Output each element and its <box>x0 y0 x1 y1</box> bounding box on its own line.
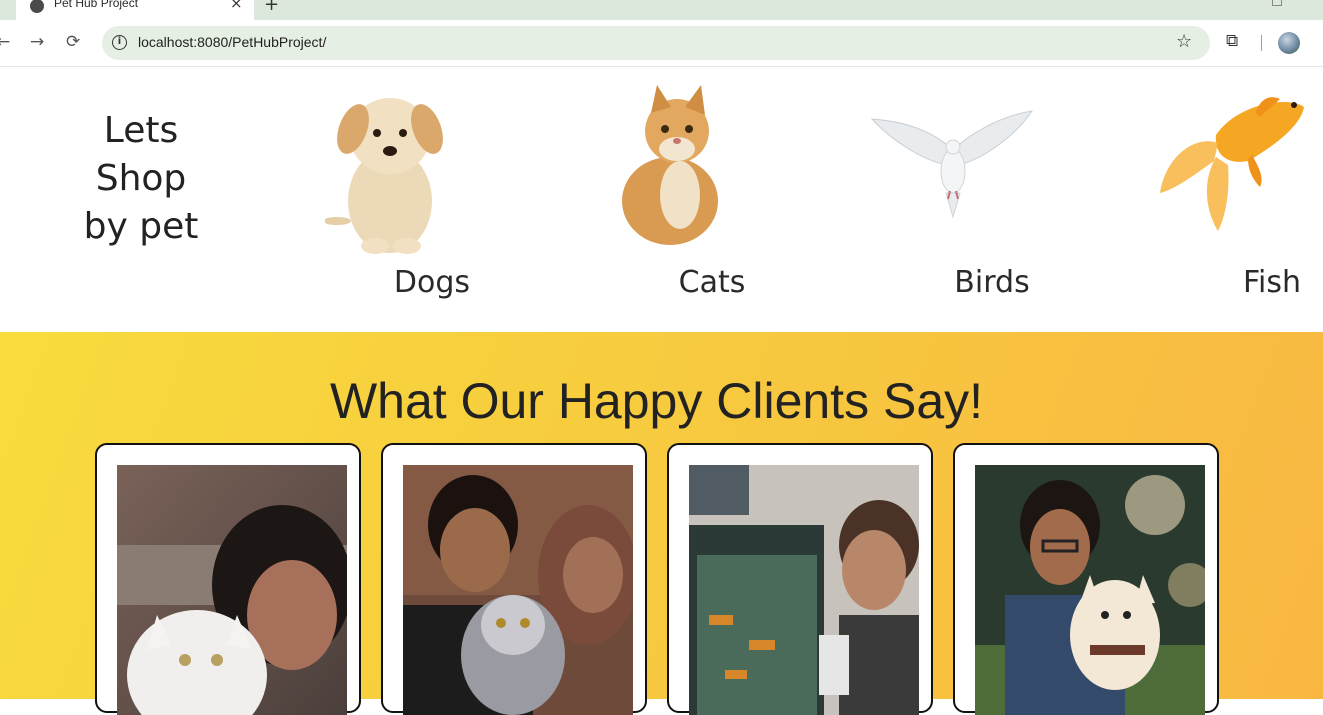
pet-category-birds[interactable]: Birds <box>860 67 1140 332</box>
testimonial-card <box>95 443 361 715</box>
testimonial-card <box>953 443 1219 715</box>
shop-title-line: Lets <box>103 110 179 151</box>
browser-tab[interactable]: Pet Hub Project × <box>16 0 254 20</box>
fish-image <box>1160 97 1304 231</box>
client-photo <box>117 465 347 715</box>
pet-label-birds[interactable]: Birds <box>892 265 1092 300</box>
dog-image <box>325 98 443 254</box>
profile-avatar[interactable] <box>1278 32 1300 54</box>
shop-title-line: Shop <box>95 158 187 199</box>
toolbar-divider <box>1261 35 1262 51</box>
tab-close-icon[interactable]: × <box>230 0 243 12</box>
forward-icon[interactable]: → <box>30 32 44 52</box>
tab-strip: Pet Hub Project × + <box>0 0 1323 20</box>
pet-category-dogs[interactable]: Dogs <box>300 67 580 332</box>
favicon-icon <box>30 0 44 13</box>
cat-image <box>622 85 718 245</box>
url-text[interactable]: localhost:8080/PetHubProject/ <box>138 34 326 50</box>
pet-label-cats[interactable]: Cats <box>612 265 812 300</box>
extensions-icon[interactable]: ⧉ <box>1226 31 1238 51</box>
pet-label-fish[interactable]: Fish <box>1172 265 1323 300</box>
bird-image <box>870 110 1034 219</box>
back-icon[interactable]: ← <box>0 32 10 52</box>
address-bar[interactable]: i localhost:8080/PetHubProject/ ☆ <box>102 26 1210 60</box>
browser-toolbar: ← → ⟳ i localhost:8080/PetHubProject/ ☆ <box>0 20 1323 67</box>
client-photo <box>975 465 1205 715</box>
testimonial-card <box>667 443 933 715</box>
client-photo <box>689 465 919 715</box>
shop-title-line: by pet <box>83 206 199 247</box>
browser-chrome: Pet Hub Project × + ← → ⟳ i localhost:80… <box>0 0 1323 67</box>
new-tab-icon[interactable]: + <box>264 0 279 15</box>
shop-by-pet-title: Lets Shop by pet <box>60 107 222 251</box>
shop-by-pet-section: Lets Shop by pet Dogs Cats Birds Fish <box>0 67 1323 332</box>
pet-label-dogs[interactable]: Dogs <box>332 265 532 300</box>
client-photo <box>403 465 633 715</box>
testimonial-card <box>381 443 647 715</box>
testimonials-section: What Our Happy Clients Say! <box>0 332 1323 715</box>
tab-title: Pet Hub Project <box>54 0 139 10</box>
pet-category-cats[interactable]: Cats <box>580 67 860 332</box>
bookmark-star-icon[interactable]: ☆ <box>1176 31 1192 52</box>
site-info-icon[interactable]: i <box>112 35 127 50</box>
reload-icon[interactable]: ⟳ <box>66 32 80 52</box>
pet-category-fish[interactable]: Fish <box>1140 67 1323 332</box>
testimonials-heading: What Our Happy Clients Say! <box>329 373 984 429</box>
window-restore-icon[interactable] <box>1272 0 1282 6</box>
